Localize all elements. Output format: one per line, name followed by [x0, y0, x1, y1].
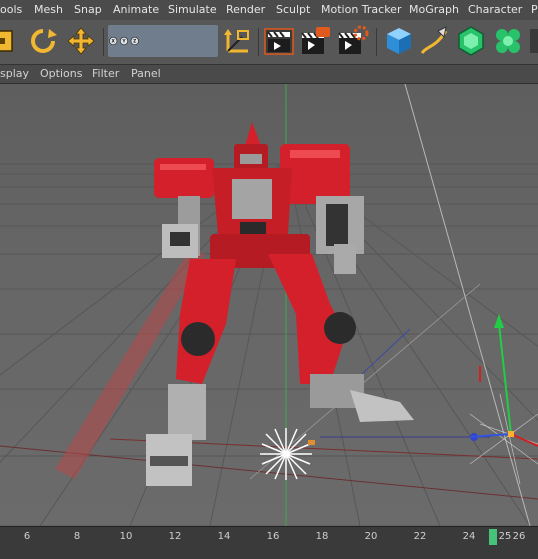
menu-mograph[interactable]: MoGraph — [409, 3, 459, 16]
main-toolbar: X Y Z — [0, 20, 538, 65]
viewport-menu-panel[interactable]: Panel — [131, 67, 161, 80]
robot-right-foot — [350, 390, 414, 422]
light-object[interactable] — [260, 428, 312, 480]
toolbar-separator — [376, 28, 377, 56]
robot-right-knee — [324, 312, 356, 344]
x-axis-lock[interactable]: X — [109, 36, 118, 46]
timeline-current-frame: 25 — [498, 531, 512, 542]
move-tool-icon[interactable] — [65, 25, 97, 57]
timeline-ruler[interactable]: 6 8 10 12 14 16 18 20 22 24 25 26 — [0, 527, 538, 549]
viewport-menu-options[interactable]: Options — [40, 67, 82, 80]
main-menubar: ools Mesh Snap Animate Simulate Render S… — [0, 0, 538, 20]
toolbar-overflow-icon[interactable] — [530, 25, 538, 57]
timeline-tick: 22 — [413, 531, 427, 542]
pen-icon[interactable] — [418, 25, 450, 57]
timeline-playhead[interactable] — [489, 529, 497, 545]
menu-render[interactable]: Render — [226, 3, 265, 16]
subdivision-icon[interactable] — [455, 25, 487, 57]
target-gizmo — [469, 393, 538, 485]
menu-snap[interactable]: Snap — [74, 3, 102, 16]
cloner-icon[interactable] — [492, 25, 524, 57]
menu-sculpt[interactable]: Sculpt — [276, 3, 310, 16]
toolbar-separator — [103, 28, 104, 56]
timeline-tick: 16 — [266, 531, 280, 542]
timeline-tick: 10 — [119, 531, 133, 542]
timeline-tick: 14 — [217, 531, 231, 542]
render-view-icon[interactable] — [263, 25, 295, 57]
menu-mesh[interactable]: Mesh — [34, 3, 63, 16]
viewport-menubar: splay Options Filter Panel — [0, 65, 538, 84]
z-axis-lock[interactable]: Z — [130, 36, 139, 46]
cube-icon[interactable] — [383, 25, 415, 57]
rotate-tool-icon[interactable] — [27, 25, 59, 57]
timeline-tick: 20 — [364, 531, 378, 542]
light-handle[interactable] — [308, 440, 315, 445]
timeline[interactable]: 6 8 10 12 14 16 18 20 22 24 25 26 — [0, 526, 538, 559]
y-axis-lock[interactable]: Y — [119, 36, 129, 46]
timeline-tick: 8 — [73, 531, 81, 542]
menu-overflow[interactable]: P — [531, 3, 538, 16]
menu-simulate[interactable]: Simulate — [168, 3, 217, 16]
timeline-tick: 6 — [23, 531, 31, 542]
gizmo-y-arrow[interactable] — [494, 314, 504, 328]
viewport-menu-filter[interactable]: Filter — [92, 67, 119, 80]
menu-animate[interactable]: Animate — [113, 3, 159, 16]
viewport-scene — [0, 84, 538, 526]
timeline-tick: 24 — [462, 531, 476, 542]
toolbar-separator — [258, 28, 259, 56]
coordinate-system-icon[interactable] — [222, 25, 254, 57]
menu-character[interactable]: Character — [468, 3, 522, 16]
robot-model[interactable] — [146, 122, 414, 486]
robot-left-shin — [168, 384, 206, 440]
timeline-tick: 18 — [315, 531, 329, 542]
light-guide-line — [404, 84, 531, 526]
scale-tool-icon[interactable] — [0, 25, 18, 57]
render-settings-icon[interactable] — [337, 25, 369, 57]
render-picture-viewer-icon[interactable] — [300, 25, 332, 57]
timeline-tick: 26 — [512, 531, 526, 542]
robot-left-knee — [181, 322, 215, 356]
viewport-menu-display[interactable]: splay — [0, 67, 29, 80]
timeline-tick: 12 — [168, 531, 182, 542]
3d-viewport[interactable] — [0, 84, 538, 526]
axis-lock-group: X Y Z — [108, 25, 218, 57]
menu-motion-tracker[interactable]: Motion Tracker — [321, 3, 401, 16]
svg-text:Z: Z — [133, 38, 136, 44]
menu-tools[interactable]: ools — [0, 3, 22, 16]
